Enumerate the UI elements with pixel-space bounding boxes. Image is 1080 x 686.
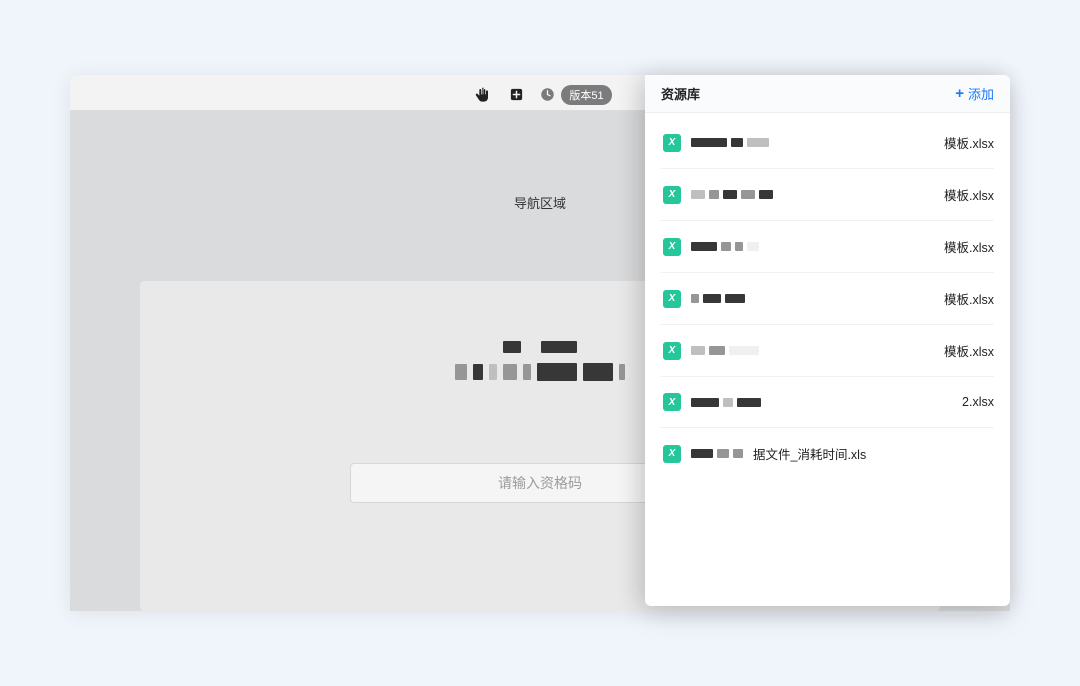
- file-name-redacted: [691, 242, 934, 251]
- resource-library-panel: 资源库 + 添加 X 模板.xlsx X: [645, 75, 1010, 606]
- nav-region-label: 导航区域: [514, 193, 566, 212]
- file-suffix: 模板.xlsx: [944, 185, 994, 204]
- excel-file-icon: X: [663, 238, 681, 256]
- add-button-label: 添加: [968, 84, 994, 103]
- file-item[interactable]: X 模板.xlsx: [661, 221, 994, 273]
- file-name-redacted: [691, 190, 934, 199]
- file-name-redacted: [691, 346, 934, 355]
- file-suffix: 模板.xlsx: [944, 237, 994, 256]
- file-item[interactable]: X 据文件_消耗时间.xls: [661, 428, 994, 479]
- excel-file-icon: X: [663, 445, 681, 463]
- add-page-button[interactable]: [502, 82, 530, 108]
- file-item[interactable]: X 模板.xlsx: [661, 169, 994, 221]
- file-name-redacted: [691, 449, 743, 458]
- version-badge: 版本51: [561, 85, 611, 105]
- excel-file-icon: X: [663, 290, 681, 308]
- excel-file-icon: X: [663, 342, 681, 360]
- excel-file-icon: X: [663, 393, 681, 411]
- version-history-button[interactable]: 版本51: [540, 82, 611, 108]
- excel-file-icon: X: [663, 134, 681, 152]
- file-item[interactable]: X 模板.xlsx: [661, 117, 994, 169]
- file-suffix: 模板.xlsx: [944, 341, 994, 360]
- file-name-redacted: [691, 294, 934, 303]
- plus-icon: +: [955, 86, 964, 101]
- file-item[interactable]: X 模板.xlsx: [661, 325, 994, 377]
- resource-file-list: X 模板.xlsx X 模板.xlsx: [645, 113, 1010, 606]
- file-suffix: 模板.xlsx: [944, 289, 994, 308]
- file-item[interactable]: X 模板.xlsx: [661, 273, 994, 325]
- file-name-redacted: [691, 398, 952, 407]
- excel-file-icon: X: [663, 186, 681, 204]
- input-placeholder-text: 请输入资格码: [498, 473, 582, 493]
- resource-panel-header: 资源库 + 添加: [645, 75, 1010, 113]
- file-item[interactable]: X 2.xlsx: [661, 377, 994, 428]
- file-suffix: 据文件_消耗时间.xls: [753, 444, 994, 463]
- add-resource-button[interactable]: + 添加: [955, 84, 994, 103]
- resource-panel-title: 资源库: [661, 84, 700, 103]
- file-suffix: 2.xlsx: [962, 395, 994, 409]
- hand-tool-button[interactable]: [468, 82, 496, 108]
- file-name-redacted: [691, 138, 934, 147]
- app-frame: 版本51 导航区域: [20, 20, 1060, 666]
- file-suffix: 模板.xlsx: [944, 133, 994, 152]
